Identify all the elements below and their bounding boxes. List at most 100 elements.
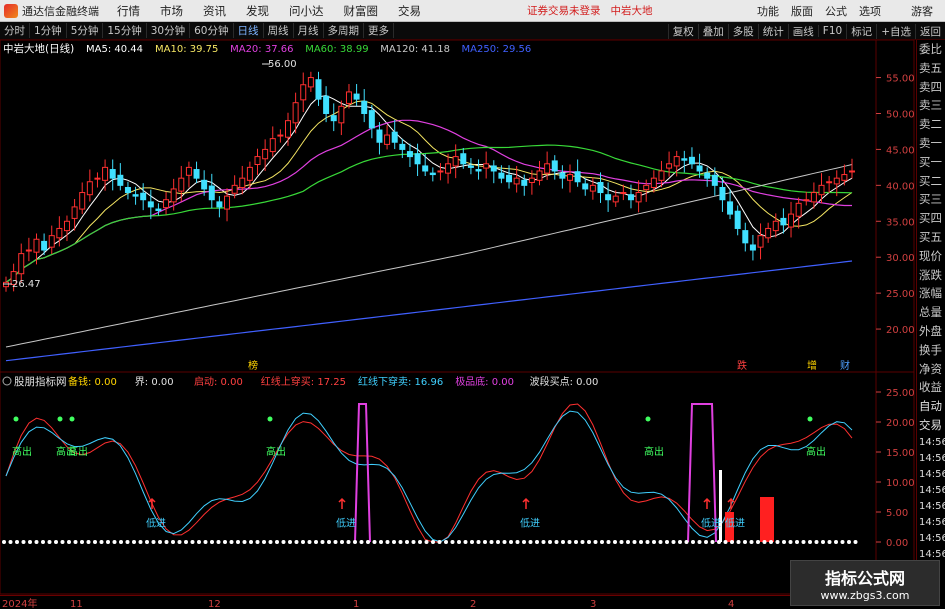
side-time-6: 14:56: [919, 516, 945, 528]
white-volume-bar: [719, 470, 722, 542]
watermark-url: www.zbgs3.com: [820, 588, 910, 602]
low-signal-label: 低进: [146, 516, 166, 529]
side-outer-volume[interactable]: 外盘: [917, 322, 945, 341]
menu-item-wealth[interactable]: 财富圈: [344, 3, 379, 19]
event-mark-fall[interactable]: 跌: [737, 359, 747, 372]
menu-item-options[interactable]: 选项: [859, 3, 881, 19]
side-trade[interactable]: 交易: [917, 416, 945, 435]
adjust-button[interactable]: 复权: [667, 23, 698, 39]
period-tab-60min[interactable]: 60分钟: [190, 23, 234, 38]
menu-item-function[interactable]: 功能: [757, 3, 779, 19]
indicator-y-tick-label: 20.00: [886, 418, 915, 429]
side-change-pct[interactable]: 涨幅: [917, 284, 945, 303]
side-sell4[interactable]: 卖四: [917, 78, 945, 97]
side-buy1[interactable]: 买一: [917, 153, 945, 172]
side-buy3[interactable]: 买三: [917, 190, 945, 209]
baseline-dot: [567, 540, 572, 544]
period-tab-30min[interactable]: 30分钟: [147, 23, 191, 38]
side-buy2[interactable]: 买二: [917, 172, 945, 191]
period-tab-daily[interactable]: 日线: [234, 23, 264, 38]
indicator-settings-icon[interactable]: [2, 376, 12, 386]
candle-body: [521, 179, 528, 186]
baseline-dot: [593, 540, 598, 544]
menu-item-layout[interactable]: 版面: [791, 3, 813, 19]
baseline-dot: [8, 540, 13, 544]
period-tab-minute[interactable]: 分时: [0, 23, 30, 38]
candle-body: [391, 131, 398, 143]
period-tab-1min[interactable]: 1分钟: [30, 23, 67, 38]
back-button[interactable]: 返回: [915, 23, 945, 39]
high-price-label: 56.00: [268, 59, 297, 70]
baseline-dot: [522, 540, 526, 544]
side-net-assets[interactable]: 净资: [917, 360, 945, 379]
candle-body: [498, 172, 505, 179]
price-y-tick-label: 45.00: [886, 145, 915, 156]
baseline-dot: [411, 540, 416, 544]
candle-body: [475, 169, 482, 172]
baseline-dot: [28, 540, 32, 544]
statistics-button[interactable]: 统计: [757, 23, 788, 39]
candle-body: [742, 230, 749, 244]
mark-button[interactable]: 标记: [846, 23, 876, 39]
period-tab-multi[interactable]: 多周期: [324, 23, 364, 38]
date-tick-jan: 1: [353, 599, 359, 609]
menu-item-trade[interactable]: 交易: [398, 3, 421, 19]
period-tab-more[interactable]: 更多: [364, 23, 394, 38]
guest-user-button[interactable]: 游客: [911, 3, 933, 19]
event-mark-increase[interactable]: 增: [807, 359, 817, 372]
menu-item-market[interactable]: 市场: [160, 3, 183, 19]
baseline-dot: [210, 540, 214, 544]
side-time-5: 14:56: [919, 500, 945, 512]
side-current-price[interactable]: 现价: [917, 247, 945, 266]
period-tab-weekly[interactable]: 周线: [264, 23, 294, 38]
event-mark-finance[interactable]: 财: [840, 359, 850, 372]
indicator-label: 界: 0.00: [135, 376, 174, 388]
trade-login-status[interactable]: 证券交易未登录: [527, 3, 601, 18]
menu-item-news[interactable]: 资讯: [203, 3, 226, 19]
side-buy5[interactable]: 买五: [917, 228, 945, 247]
candle-body: [48, 235, 55, 248]
menu-item-formula[interactable]: 公式: [825, 3, 847, 19]
candle-body: [772, 220, 779, 232]
baseline-dot: [795, 540, 799, 544]
side-sell1[interactable]: 卖一: [917, 134, 945, 153]
side-buy4[interactable]: 买四: [917, 209, 945, 228]
candle-body: [117, 174, 124, 186]
candle-body: [620, 192, 627, 195]
side-volume[interactable]: 总量: [917, 303, 945, 322]
period-tab-5min[interactable]: 5分钟: [67, 23, 104, 38]
baseline-dot: [73, 540, 78, 544]
chart-area[interactable]: 中岩大地(日线) MA5: 40.44 MA10: 39.75 MA20: 37.6…: [0, 40, 915, 595]
overlay-button[interactable]: 叠加: [697, 23, 728, 39]
period-tab-15min[interactable]: 15分钟: [103, 23, 147, 38]
baseline-dot: [379, 540, 383, 544]
candle-body: [140, 192, 147, 201]
menu-item-quotes[interactable]: 行情: [117, 3, 140, 19]
candle-body: [559, 172, 566, 179]
baseline-dot: [483, 540, 487, 544]
menu-item-ask[interactable]: 问小达: [289, 3, 324, 19]
side-sell3[interactable]: 卖三: [917, 96, 945, 115]
add-watchlist-button[interactable]: +自选: [876, 23, 915, 39]
f10-button[interactable]: F10: [817, 25, 846, 37]
low-signal-label: 低进: [520, 516, 540, 529]
watermark: 指标公式网 www.zbgs3.com: [790, 560, 940, 606]
period-tab-monthly[interactable]: 月线: [294, 23, 324, 38]
side-commission-ratio[interactable]: 委比: [917, 40, 945, 59]
indicator-y-tick-label: 5.00: [886, 508, 908, 519]
chart-svg[interactable]: 中岩大地(日线) MA5: 40.44 MA10: 39.75 MA20: 37.6…: [0, 40, 915, 595]
multi-stock-button[interactable]: 多股: [727, 23, 758, 39]
side-auto[interactable]: 自动: [917, 397, 945, 416]
baseline-dot: [242, 540, 247, 544]
low-signal-label: 低进: [725, 516, 745, 529]
menu-item-discover[interactable]: 发现: [246, 3, 269, 19]
event-mark-rank[interactable]: 榜: [248, 359, 258, 372]
draw-line-button[interactable]: 画线: [787, 23, 818, 39]
side-change[interactable]: 涨跌: [917, 266, 945, 285]
side-sell2[interactable]: 卖二: [917, 115, 945, 134]
side-turnover[interactable]: 换手: [917, 341, 945, 360]
side-earnings[interactable]: 收益: [917, 378, 945, 397]
baseline-dot: [431, 540, 435, 544]
side-sell5[interactable]: 卖五: [917, 59, 945, 78]
price-y-tick-label: 40.00: [886, 181, 915, 192]
